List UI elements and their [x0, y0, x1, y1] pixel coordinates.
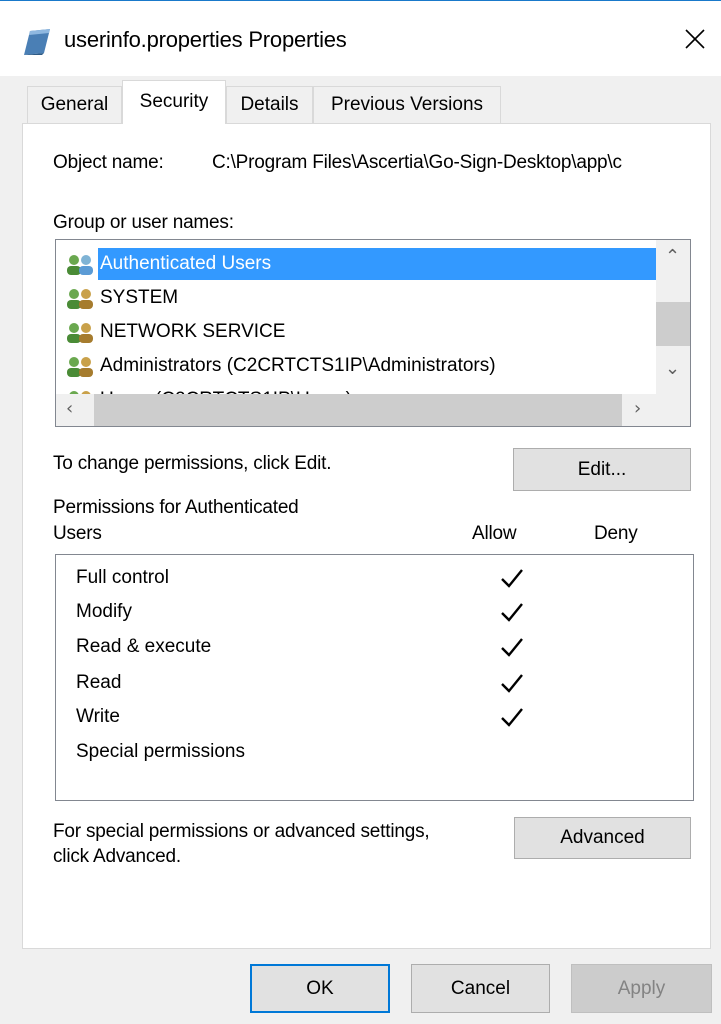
horizontal-scroll-thumb[interactable] — [94, 394, 622, 426]
scroll-left-icon[interactable]: ‹ — [66, 398, 73, 419]
advanced-hint-line1: For special permissions or advanced sett… — [53, 821, 430, 842]
list-item-system[interactable]: SYSTEM — [58, 282, 658, 314]
permission-row-write: Write — [76, 700, 676, 734]
check-icon — [501, 569, 523, 588]
tab-details[interactable]: Details — [226, 86, 313, 123]
check-icon — [501, 603, 523, 622]
object-name-value: C:\Program Files\Ascertia\Go-Sign-Deskto… — [212, 152, 622, 173]
list-item-label: NETWORK SERVICE — [100, 321, 286, 342]
deny-column-header: Deny — [594, 523, 638, 544]
scroll-corner — [656, 394, 690, 426]
title-bar: userinfo.properties Properties — [0, 0, 721, 76]
scroll-down-icon[interactable]: ⌄ — [665, 358, 680, 379]
advanced-hint-line2: click Advanced. — [53, 846, 181, 867]
horizontal-scrollbar[interactable]: ‹ › — [56, 394, 656, 426]
permission-name: Read & execute — [76, 636, 212, 657]
scroll-up-icon[interactable]: ⌃ — [665, 246, 680, 267]
permission-row-full-control: Full control — [76, 561, 676, 595]
vertical-scroll-thumb[interactable] — [656, 302, 690, 346]
check-icon — [501, 638, 523, 657]
tab-previous-versions[interactable]: Previous Versions — [313, 86, 501, 123]
window-title: userinfo.properties Properties — [64, 27, 347, 52]
list-item-label: Administrators (C2CRTCTS1IP\Administrato… — [100, 355, 496, 376]
object-name-label: Object name: — [53, 152, 164, 173]
permission-name: Full control — [76, 567, 169, 588]
close-icon — [685, 29, 705, 49]
vertical-scrollbar[interactable]: ⌃ ⌄ — [656, 240, 690, 396]
check-icon — [501, 674, 523, 693]
permission-name: Modify — [76, 601, 132, 622]
permissions-list: Full control Modify Read & execute Read … — [55, 554, 694, 801]
permission-row-modify: Modify — [76, 595, 676, 629]
edit-button[interactable]: Edit... — [513, 448, 691, 491]
list-item-label: SYSTEM — [100, 287, 179, 308]
user-group-icon — [67, 357, 93, 377]
apply-button[interactable]: Apply — [571, 964, 712, 1013]
list-item-authenticated-users[interactable]: Authenticated Users — [58, 248, 658, 280]
cancel-button[interactable]: Cancel — [411, 964, 550, 1013]
user-group-icon — [67, 323, 93, 343]
permissions-header-line1: Permissions for Authenticated — [53, 497, 299, 518]
user-group-icon — [67, 289, 93, 309]
scroll-right-icon[interactable]: › — [634, 398, 641, 419]
check-icon — [501, 708, 523, 727]
list-item-network-service[interactable]: NETWORK SERVICE — [58, 316, 658, 348]
permission-name: Special permissions — [76, 741, 245, 762]
ok-button[interactable]: OK — [250, 964, 390, 1013]
user-group-icon — [67, 255, 93, 275]
close-button[interactable] — [665, 15, 721, 65]
user-listbox[interactable]: Authenticated Users SYSTEM NETWORK SERVI… — [55, 239, 691, 427]
change-permissions-hint: To change permissions, click Edit. — [53, 453, 332, 474]
permission-row-special: Special permissions — [76, 735, 676, 769]
tab-security[interactable]: Security — [122, 80, 226, 124]
file-icon — [22, 29, 50, 55]
permissions-header-line2: Users — [53, 523, 102, 544]
allow-column-header: Allow — [472, 523, 517, 544]
permission-name: Read — [76, 672, 122, 693]
list-item-label: Authenticated Users — [98, 248, 274, 280]
permission-row-read: Read — [76, 666, 676, 700]
group-user-label: Group or user names: — [53, 212, 234, 233]
advanced-button[interactable]: Advanced — [514, 817, 691, 859]
permission-name: Write — [76, 706, 120, 727]
permission-row-read-execute: Read & execute — [76, 630, 676, 664]
tab-general[interactable]: General — [27, 86, 122, 123]
list-item-administrators[interactable]: Administrators (C2CRTCTS1IP\Administrato… — [58, 350, 658, 382]
